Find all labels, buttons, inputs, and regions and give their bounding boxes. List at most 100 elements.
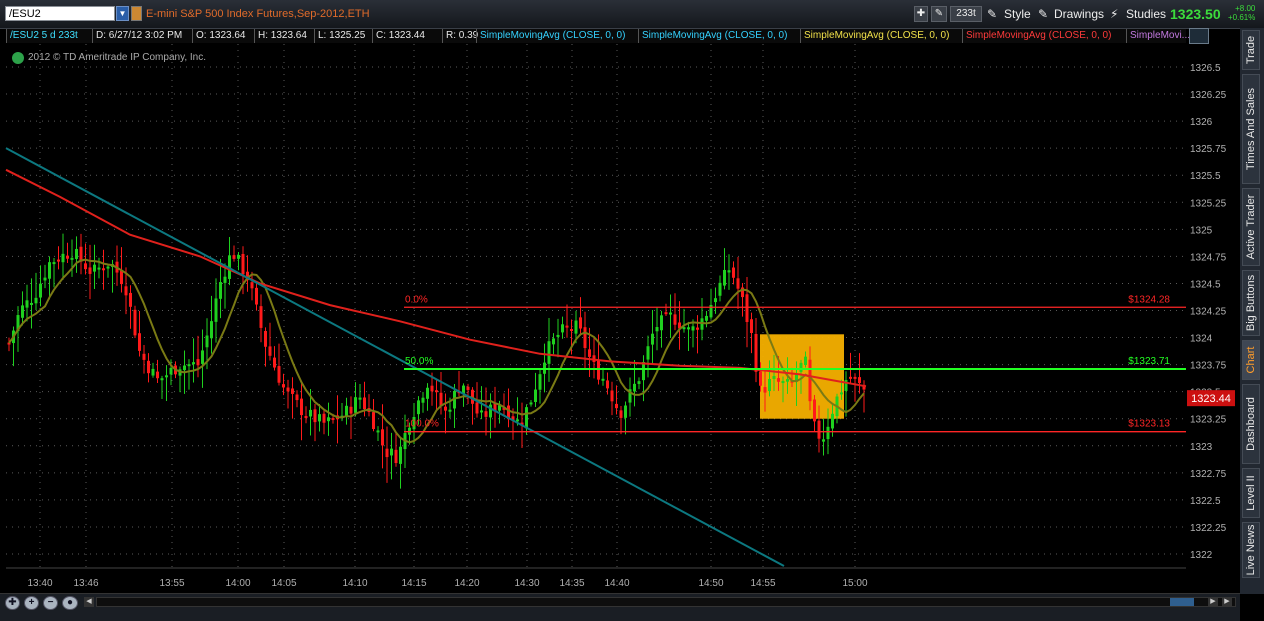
up-candle (345, 405, 348, 417)
down-candle (255, 287, 258, 305)
down-candle (813, 399, 816, 422)
horizontal-scrollbar[interactable] (96, 597, 1236, 607)
down-candle (273, 357, 276, 368)
up-candle (552, 338, 555, 345)
down-candle (583, 327, 587, 349)
up-candle (354, 397, 357, 413)
up-candle (43, 277, 47, 281)
down-candle (381, 429, 384, 446)
style-button[interactable]: Style (1004, 7, 1031, 21)
up-candle (556, 334, 560, 337)
tab-chart[interactable]: Chart (1242, 340, 1260, 380)
up-candle (151, 368, 155, 376)
price-chart[interactable]: 1326.5 1326.25 1326 1325.75 1325.5 1325.25 132… (0, 0, 1264, 620)
drawings-button[interactable]: Drawings (1054, 7, 1104, 21)
up-candle (624, 405, 627, 418)
zoom-out-icon[interactable]: − (43, 596, 58, 610)
y-tick-label: 1322 (1190, 550, 1213, 561)
drawings-icon[interactable]: ✎ (1038, 7, 1048, 21)
up-candle (781, 381, 785, 384)
tab-level-ii[interactable]: Level II (1242, 468, 1260, 518)
symbol-input[interactable]: /ESU2 (5, 6, 115, 21)
symbol-info-icon[interactable] (131, 6, 142, 21)
aggregation-button[interactable]: 233t (950, 6, 982, 22)
study-label-2[interactable]: SimpleMovingAvg (CLOSE, 0, 0) (638, 29, 800, 43)
fib-level-label: 0.0% (405, 294, 428, 305)
down-candle (606, 380, 609, 389)
pan-icon[interactable]: ✚ (5, 596, 20, 610)
study-label-4[interactable]: SimpleMovingAvg (CLOSE, 0, 0) (962, 29, 1126, 43)
down-candle (363, 397, 366, 410)
scroll-right-icon[interactable]: ▶ (1208, 597, 1218, 607)
copyright-text: 2012 © TD Ameritrade IP Company, Inc. (28, 52, 207, 63)
up-candle (831, 413, 834, 429)
studies-button[interactable]: Studies (1126, 7, 1166, 21)
study-label-1[interactable]: SimpleMovingAvg (CLOSE, 0, 0) (476, 29, 638, 43)
up-candle (160, 378, 164, 381)
percent-change: +0.61% (1228, 13, 1256, 22)
down-candle (268, 346, 272, 356)
x-tick-label: 14:55 (750, 578, 775, 589)
down-candle (858, 377, 861, 384)
up-candle (237, 255, 240, 259)
chart-toolbar: /ESU2 ▼ E-mini S&P 500 Index Futures,Sep… (0, 0, 1264, 29)
down-candle (295, 394, 299, 401)
up-candle (691, 326, 695, 331)
magic-wand-icon[interactable]: ⚡ (1110, 7, 1118, 21)
down-candle (385, 448, 389, 458)
tab-active-trader[interactable]: Active Trader (1242, 188, 1260, 266)
net-change: +8.00 (1235, 4, 1256, 13)
up-candle (426, 387, 429, 399)
down-candle (313, 409, 317, 423)
tab-big-buttons[interactable]: Big Buttons (1242, 270, 1260, 336)
reset-zoom-icon[interactable]: ● (62, 596, 78, 610)
down-candle (232, 255, 236, 259)
tab-live-news[interactable]: Live News (1242, 522, 1260, 578)
tab-trade[interactable]: Trade (1242, 30, 1260, 70)
y-tick-label: 1324 (1190, 334, 1213, 345)
down-candle (435, 390, 438, 393)
fib-price-label: $1323.13 (1128, 419, 1170, 430)
crosshair-icon[interactable]: ✚ (914, 6, 928, 22)
x-tick-label: 14:10 (342, 578, 367, 589)
down-candle (475, 402, 479, 414)
down-candle (759, 371, 762, 386)
down-candle (138, 333, 141, 351)
info-symbol: /ESU2 5 d 233t (6, 29, 92, 43)
up-candle (75, 248, 78, 259)
scroll-left-icon[interactable]: ◀ (84, 597, 94, 607)
up-candle (327, 417, 330, 422)
up-candle (723, 269, 726, 286)
symbol-dropdown-icon[interactable]: ▼ (116, 6, 129, 21)
y-tick-label: 1324.5 (1190, 279, 1221, 290)
up-candle (39, 283, 42, 298)
chart-settings-icon[interactable] (1189, 28, 1209, 44)
up-candle (574, 320, 578, 334)
tab-dashboard[interactable]: Dashboard (1242, 384, 1260, 464)
scroll-end-icon[interactable]: ▶ (1222, 597, 1232, 607)
up-candle (223, 276, 227, 283)
x-tick-label: 14:20 (454, 578, 479, 589)
up-candle (205, 335, 209, 348)
down-candle (430, 385, 434, 392)
up-candle (318, 414, 321, 422)
y-tick-label: 1322.75 (1190, 469, 1227, 480)
y-tick-label: 1322.25 (1190, 523, 1227, 534)
up-candle (48, 262, 51, 279)
y-tick-label: 1324.25 (1190, 307, 1227, 318)
x-tick-label: 14:15 (401, 578, 426, 589)
pencil-icon[interactable]: ✎ (931, 6, 947, 22)
y-tick-label: 1326.5 (1190, 63, 1221, 74)
up-candle (547, 341, 551, 364)
up-candle (687, 327, 690, 330)
scrollbar-thumb[interactable] (1170, 598, 1194, 606)
tab-times-and-sales[interactable]: Times And Sales (1242, 74, 1260, 184)
x-tick-label: 14:50 (698, 578, 723, 589)
zoom-in-icon[interactable]: + (24, 596, 39, 610)
study-label-3[interactable]: SimpleMovingAvg (CLOSE, 0, 0) (800, 29, 962, 43)
style-icon[interactable]: ✎ (987, 7, 997, 21)
study-label-5[interactable]: SimpleMovi... (1126, 29, 1190, 43)
up-candle (529, 402, 533, 405)
y-tick-label: 1322.5 (1190, 496, 1221, 507)
up-candle (718, 282, 722, 296)
